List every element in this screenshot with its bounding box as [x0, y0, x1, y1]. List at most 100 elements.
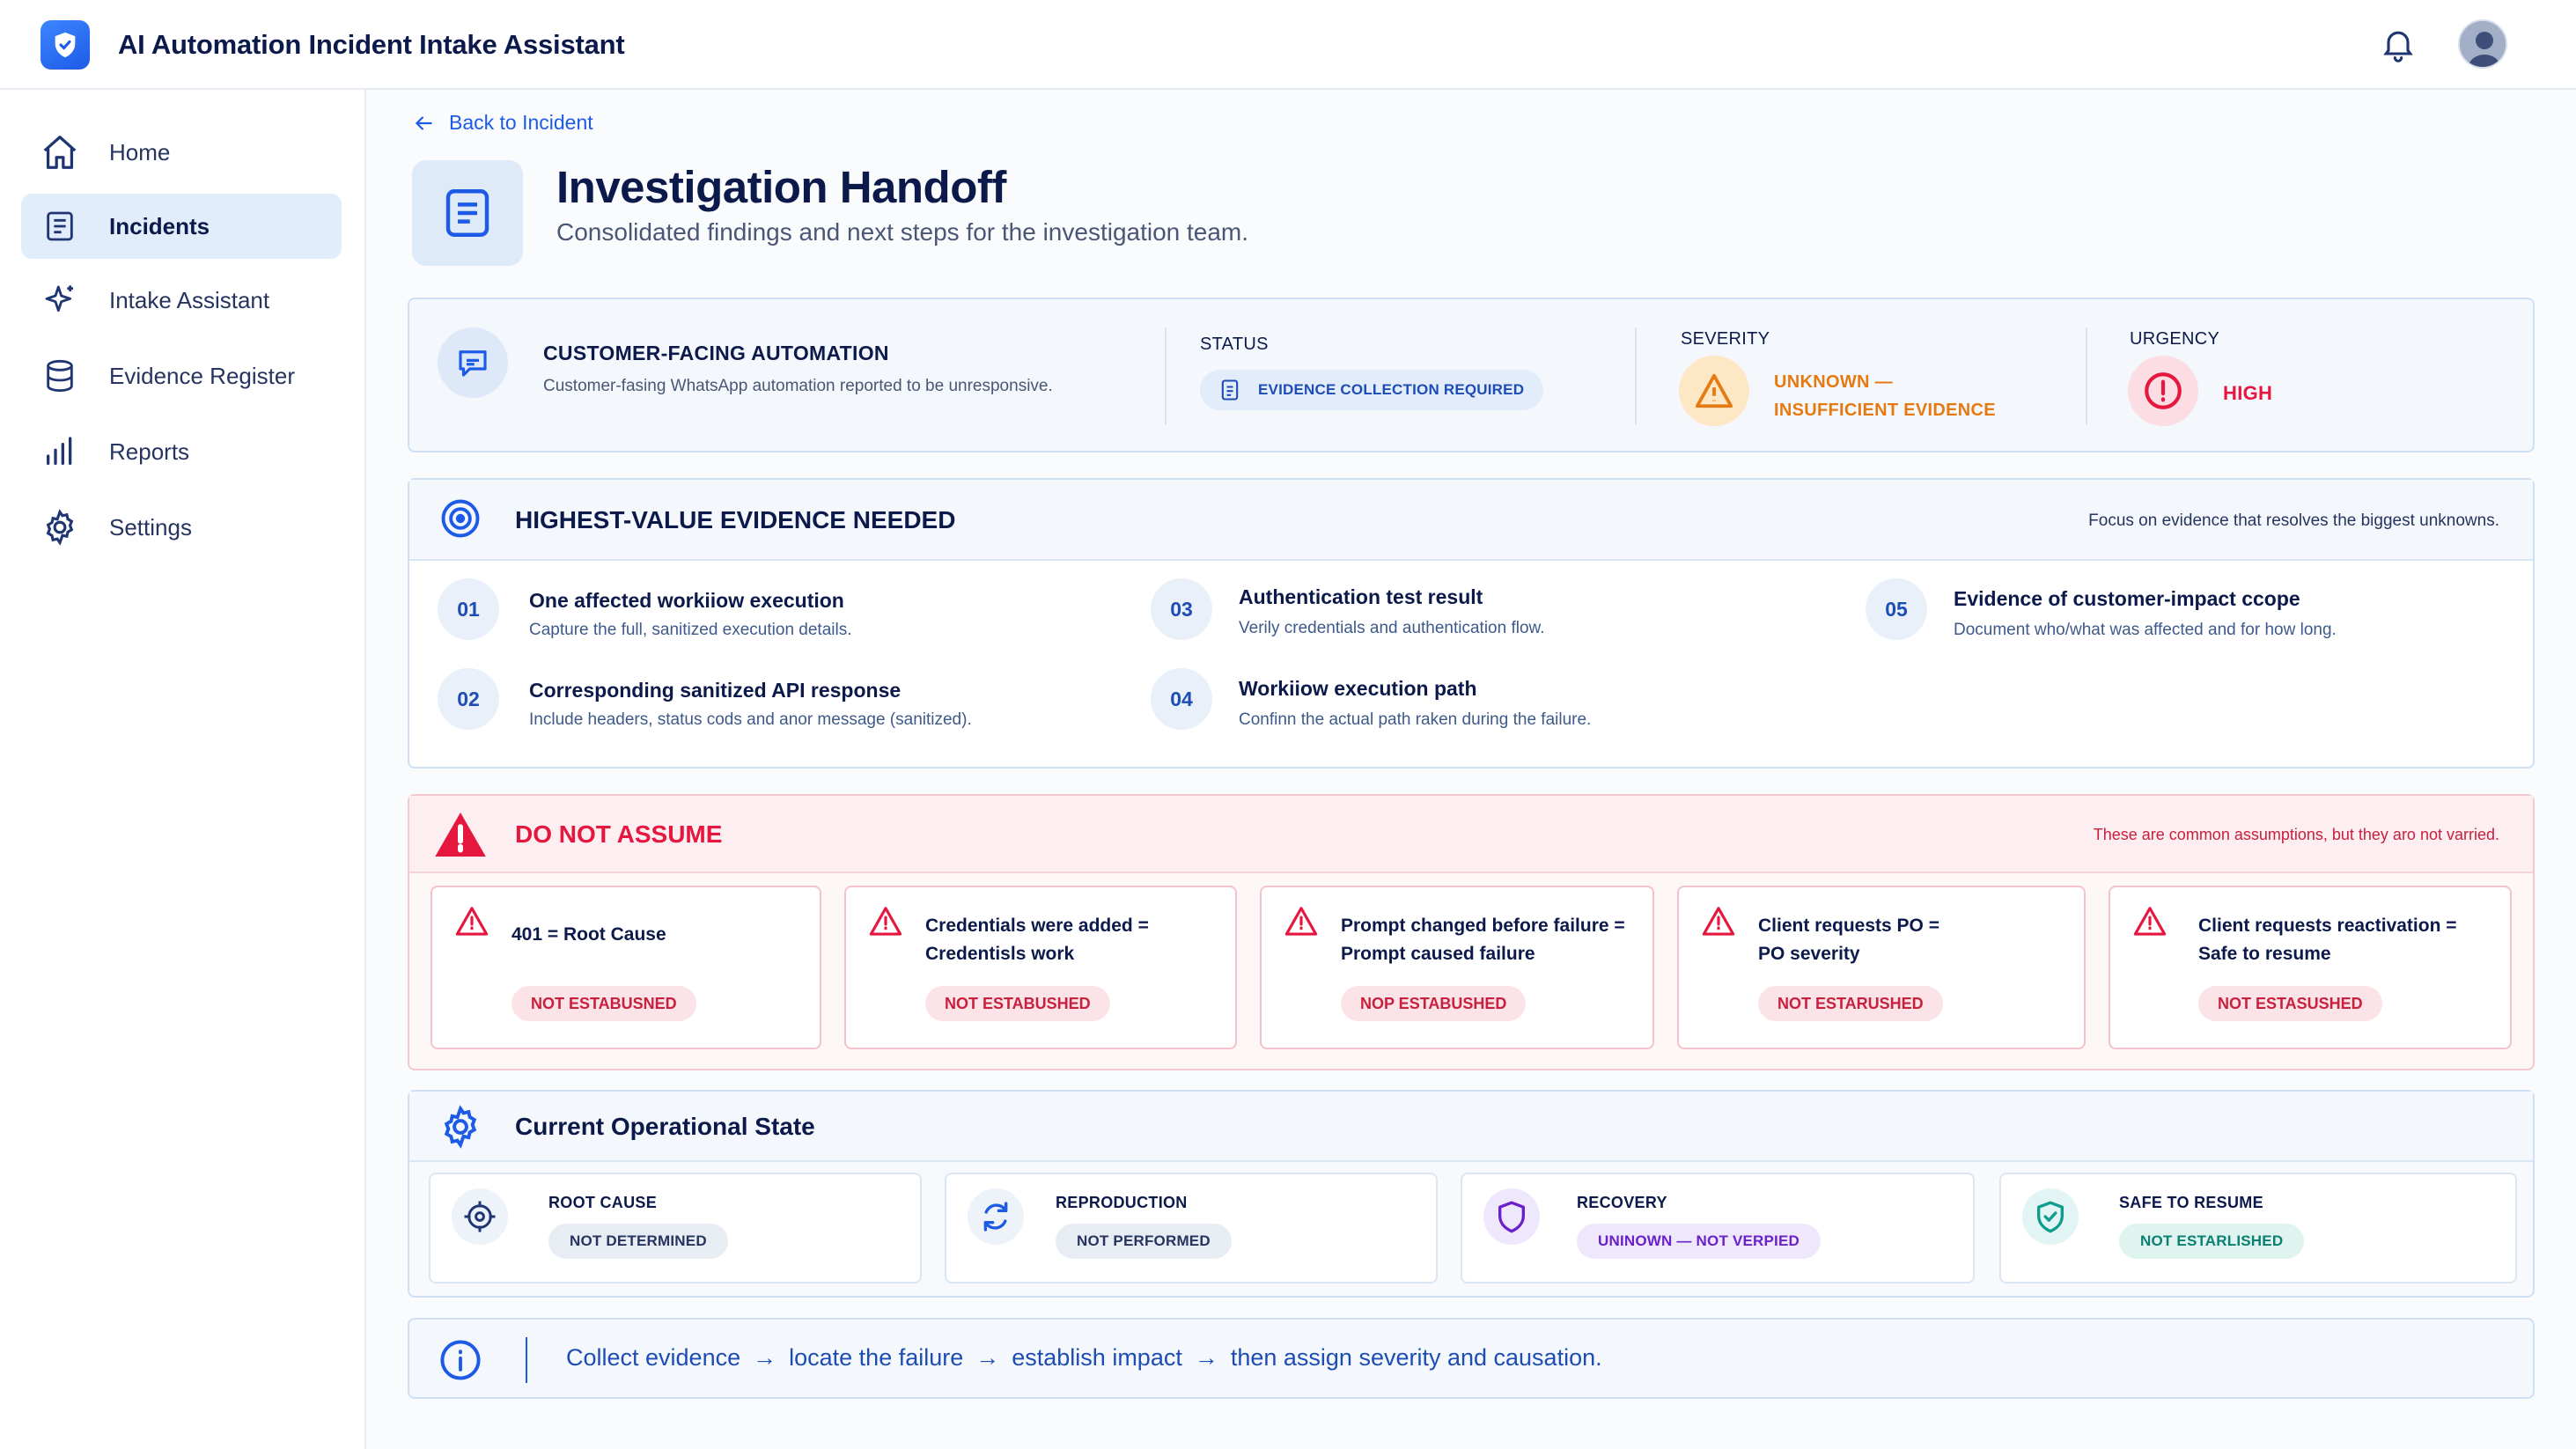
- sidebar-item-settings[interactable]: Settings: [21, 495, 342, 560]
- section-header: HIGHEST-VALUE EVIDENCE NEEDED Focus on e…: [409, 480, 2533, 561]
- sidebar-label: Home: [109, 138, 171, 165]
- state-badge: NOT DETERMINED: [548, 1224, 728, 1259]
- arrow-right-icon: →: [1194, 1344, 1218, 1371]
- automation-description: Customer-fasing WhatsApp automation repo…: [543, 377, 1053, 395]
- section-title: DO NOT ASSUME: [515, 820, 723, 848]
- evidence-desc: Document who/what was affected and for h…: [1954, 621, 2337, 639]
- document-icon: [39, 205, 81, 247]
- clipboard-icon: [1221, 379, 1239, 401]
- operational-state-card: Current Operational State ROOT CAUSE NOT…: [408, 1090, 2535, 1298]
- evidence-desc: Verily credentials and authentication fl…: [1239, 619, 1545, 637]
- next-steps-banner: Collect evidence → locate the failure → es…: [408, 1318, 2535, 1399]
- state-reproduction: REPRODUCTION NOT PERFORMED: [945, 1173, 1438, 1284]
- evidence-desc: Include headers, status cods and anor me…: [529, 710, 972, 729]
- target-icon: [441, 499, 480, 538]
- urgency-label: URGENCY: [2130, 329, 2220, 349]
- shield-check-icon: [2022, 1188, 2079, 1245]
- section-header: DO NOT ASSUME These are common assumptio…: [409, 796, 2533, 873]
- divider: [2086, 327, 2087, 424]
- not-established-badge: NOP ESTABUSHED: [1341, 986, 1527, 1021]
- severity-value: UNKNOWN — INSUFFICIENT EVIDENCE: [1774, 372, 1996, 420]
- status-label: STATUS: [1200, 335, 1269, 354]
- state-root-cause: ROOT CAUSE NOT DETERMINED: [429, 1173, 922, 1284]
- sidebar: Home Incidents Intake Assistant Evidence…: [0, 90, 366, 1449]
- section-note: Focus on evidence that resolves the bigg…: [2088, 511, 2499, 530]
- evidence-number: 02: [438, 668, 499, 730]
- assumption-card: Credentials were added = Credentisls work…: [844, 886, 1237, 1049]
- not-established-badge: NOT ESTABUSHED: [925, 986, 1110, 1021]
- sidebar-item-intake-assistant[interactable]: Intake Assistant: [21, 268, 342, 333]
- state-recovery: RECOVERY UNINOWN — NOT VERPIED: [1461, 1173, 1975, 1284]
- shield-logo-icon: [40, 20, 90, 70]
- sidebar-label: Intake Assistant: [109, 286, 270, 313]
- warning-triangle-icon: [1702, 907, 1735, 936]
- evidence-title: Corresponding sanitized API response: [529, 679, 902, 702]
- page-title: Investigation Handoff: [556, 162, 1006, 212]
- evidence-title: Authentication test result: [1239, 585, 1483, 608]
- assumption-text: Credentials were added = Credentisls work: [925, 916, 1149, 964]
- crosshair-icon: [452, 1188, 508, 1245]
- sidebar-item-home[interactable]: Home: [21, 120, 342, 185]
- gear-icon: [39, 506, 81, 548]
- alert-triangle-icon: [435, 813, 486, 857]
- evidence-number: 01: [438, 578, 499, 640]
- evidence-title: One affected workiiow execution: [529, 589, 844, 612]
- home-icon: [39, 131, 81, 173]
- state-label: ROOT CAUSE: [548, 1194, 658, 1211]
- sidebar-item-incidents[interactable]: Incidents: [21, 194, 342, 259]
- app-title: AI Automation Incident Intake Assistant: [118, 29, 625, 60]
- section-title: HIGHEST-VALUE EVIDENCE NEEDED: [515, 506, 956, 533]
- alert-circle-icon: [2128, 356, 2198, 426]
- status-value: EVIDENCE COLLECTION REQUIRED: [1258, 381, 1525, 398]
- section-title: Current Operational State: [515, 1113, 815, 1140]
- do-not-assume-card: DO NOT ASSUME These are common assumptio…: [408, 794, 2535, 1070]
- info-icon: [440, 1340, 481, 1380]
- not-established-badge: NOT ESTABUSNED: [512, 986, 696, 1021]
- section-note: These are common assumptions, but they a…: [2093, 826, 2499, 843]
- next-steps-text: Collect evidence → locate the failure → es…: [566, 1344, 1602, 1371]
- sparkle-icon: [39, 279, 81, 321]
- automation-label: CUSTOMER-FACING AUTOMATION: [543, 342, 889, 364]
- top-bar: AI Automation Incident Intake Assistant: [0, 0, 2576, 90]
- page-subtitle: Consolidated findings and next steps for…: [556, 218, 1249, 246]
- state-label: SAFE TO RESUME: [2119, 1194, 2263, 1211]
- state-label: RECOVERY: [1577, 1194, 1667, 1211]
- warning-triangle-icon: [2133, 907, 2167, 936]
- assumption-card: Prompt changed before failure = Prompt ca…: [1260, 886, 1654, 1049]
- incident-summary-card: CUSTOMER-FACING AUTOMATION Customer-fasi…: [408, 298, 2535, 452]
- not-established-badge: NOT ESTASUSHED: [2198, 986, 2382, 1021]
- user-avatar[interactable]: [2458, 19, 2507, 69]
- shield-icon: [1483, 1188, 1540, 1245]
- severity-label: SEVERITY: [1681, 329, 1770, 349]
- warning-triangle-icon: [1284, 907, 1318, 936]
- assumption-text: Client requests reactivation = Safe to re…: [2198, 916, 2457, 964]
- evidence-desc: Confinn the actual path raken during the…: [1239, 710, 1592, 729]
- chat-bubble-icon: [438, 327, 508, 398]
- state-badge: NOT PERFORMED: [1056, 1224, 1232, 1259]
- state-safe-to-resume: SAFE TO RESUME NOT ESTARLISHED: [1999, 1173, 2517, 1284]
- evidence-title: Workiiow execution path: [1239, 677, 1477, 700]
- back-to-incident-link[interactable]: Back to Incident: [412, 111, 593, 135]
- sidebar-label: Incidents: [109, 212, 210, 239]
- arrow-right-icon: →: [975, 1344, 1000, 1371]
- evidence-desc: Capture the full, sanitized execution de…: [529, 621, 852, 639]
- not-established-badge: NOT ESTARUSHED: [1758, 986, 1943, 1021]
- sidebar-label: Evidence Register: [109, 362, 295, 389]
- refresh-icon: [968, 1188, 1024, 1245]
- evidence-number: 04: [1151, 668, 1212, 730]
- divider: [1635, 327, 1637, 424]
- divider: [1165, 327, 1167, 424]
- sidebar-label: Settings: [109, 513, 192, 541]
- notification-bell-icon[interactable]: [2379, 25, 2418, 63]
- warning-triangle-icon: [869, 907, 902, 936]
- assumption-text: Prompt changed before failure = Prompt ca…: [1341, 916, 1625, 964]
- state-badge: NOT ESTARLISHED: [2119, 1224, 2305, 1259]
- bar-chart-icon: [39, 430, 81, 473]
- sidebar-item-reports[interactable]: Reports: [21, 419, 342, 484]
- divider: [526, 1337, 527, 1383]
- warning-triangle-icon: [455, 907, 489, 936]
- warning-triangle-icon: [1679, 356, 1749, 426]
- arrow-left-icon: [415, 115, 432, 130]
- sidebar-item-evidence-register[interactable]: Evidence Register: [21, 343, 342, 408]
- state-label: REPRODUCTION: [1056, 1194, 1188, 1211]
